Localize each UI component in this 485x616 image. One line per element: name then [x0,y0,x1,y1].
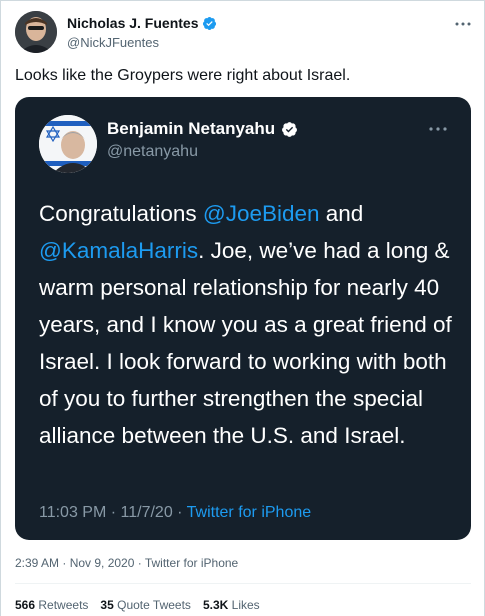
author-display-name[interactable]: Nicholas J. Fuentes [67,15,198,31]
mention-link[interactable]: @KamalaHarris [39,238,198,263]
verified-badge-icon [282,121,298,137]
more-options-icon[interactable] [455,15,471,30]
quoted-author-display-name[interactable]: Benjamin Netanyahu [107,119,275,139]
quote-tweets-count: 35 [100,598,114,612]
quoted-tweet-source[interactable]: Twitter for iPhone [187,504,312,521]
divider [15,583,471,584]
tweet-text: Looks like the Groypers were right about… [15,67,351,84]
tweet-timestamp[interactable]: 2:39 AM · Nov 9, 2020 · Twitter for iPho… [15,556,238,570]
quote-tweets-stat[interactable]: 35 Quote Tweets [100,598,191,612]
verified-badge-icon [203,16,217,30]
author-handle[interactable]: @NickJFuentes [67,35,159,50]
mention-link[interactable]: @JoeBiden [203,201,320,226]
retweets-stat[interactable]: 566 Retweets [15,598,88,612]
likes-stat[interactable]: 5.3K Likes [203,598,260,612]
tweet-card: Nicholas J. Fuentes @NickJFuentes Looks … [0,0,485,616]
quoted-author-handle[interactable]: @netanyahu [107,143,198,161]
retweets-count: 566 [15,598,36,612]
tweet-stats: 566 Retweets 35 Quote Tweets 5.3K Likes [15,598,272,612]
quoted-tweet[interactable]: Benjamin Netanyahu @netanyahu Congratula… [15,97,471,540]
likes-label: Likes [231,598,260,612]
retweets-label: Retweets [38,598,89,612]
quoted-text-part: and [319,201,364,226]
quoted-tweet-text: Congratulations @JoeBiden and @KamalaHar… [39,195,457,454]
likes-count: 5.3K [202,598,229,612]
more-options-icon[interactable] [429,119,447,137]
quoted-text-part: Congratulations [39,201,203,226]
tweet-header: Nicholas J. Fuentes @NickJFuentes [15,11,475,57]
quoted-tweet-meta: 11:03 PM · 11/7/20 · Twitter for iPhone [39,504,311,522]
quoted-text-part: . Joe, we’ve had a long & warm personal … [39,238,452,448]
quoted-author-avatar[interactable] [39,115,97,173]
author-avatar[interactable] [15,11,57,53]
quoted-tweet-time[interactable]: 11:03 PM · 11/7/20 · [39,504,187,521]
quote-tweets-label: Quote Tweets [117,598,191,612]
